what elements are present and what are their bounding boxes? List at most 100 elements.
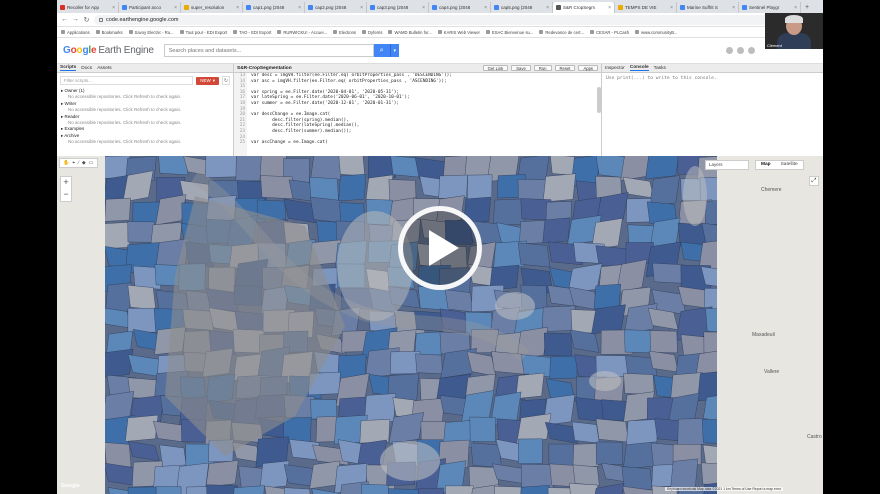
bookmark-item[interactable]: Savoy Electric - Ru... xyxy=(128,30,174,35)
search-button[interactable]: ⌕ xyxy=(373,44,390,57)
google-map-logo: Google xyxy=(61,483,80,489)
code-area[interactable]: 13 14 15 16 17 18 19 20 21 22 23 24 25 var desc = im… xyxy=(234,73,602,156)
bookmark-item[interactable]: Bookmarks xyxy=(95,30,123,35)
bookmark-item[interactable]: Elections xyxy=(333,30,356,35)
field-parcel xyxy=(204,156,238,178)
search-input[interactable]: Search places and datasets... xyxy=(163,44,374,57)
reload-icon[interactable]: ↻ xyxy=(83,16,90,24)
bookmark-item[interactable]: KARIS Web Viewer xyxy=(437,30,480,35)
pan-hand-icon[interactable]: ✋ xyxy=(63,160,69,166)
account-avatar[interactable] xyxy=(748,47,755,54)
tab-favicon-icon xyxy=(308,5,313,10)
field-parcel xyxy=(445,485,474,494)
refresh-icon: ↻ xyxy=(223,77,229,84)
close-icon[interactable]: × xyxy=(112,5,115,11)
url-input[interactable]: code.earthengine.google.com xyxy=(94,14,819,25)
browser-tab[interactable]: Marine Suffrit S × xyxy=(677,2,739,13)
get-link-button[interactable]: Get Link xyxy=(482,65,509,71)
field-parcel xyxy=(624,329,652,354)
tab-docs[interactable]: Docs xyxy=(81,66,92,71)
filter-scripts-input[interactable]: Filter scripts... xyxy=(60,76,194,85)
bookmark-item[interactable]: Applications xyxy=(61,30,90,35)
close-icon[interactable]: × xyxy=(608,5,611,11)
tree-message: No accessible repositories. Click Refres… xyxy=(68,139,182,145)
tab-label: cap2.png (2048 xyxy=(315,5,347,10)
bookmark-item[interactable]: Dyferris xyxy=(362,30,382,35)
tab-console[interactable]: Console xyxy=(629,65,649,71)
run-button[interactable]: Run xyxy=(533,65,552,71)
tab-inspector[interactable]: Inspector xyxy=(605,66,625,71)
bookmark-icon xyxy=(95,30,100,34)
tab-scripts[interactable]: Scripts xyxy=(60,65,77,71)
bookmark-item[interactable]: Tout pour - EDI Export xyxy=(179,30,227,35)
draw-line-icon[interactable]: ∕ xyxy=(78,160,79,166)
browser-tab[interactable]: cap2.png (2048 × xyxy=(305,2,367,13)
close-icon[interactable]: × xyxy=(794,5,797,11)
bookmark-item[interactable]: www.communityB... xyxy=(635,30,678,35)
browser-tab[interactable]: cap3.png (2048 × xyxy=(367,2,429,13)
layers-control[interactable]: Layers xyxy=(705,160,749,170)
map-type-satellite[interactable]: Satellite xyxy=(776,161,803,169)
zoom-out-button[interactable]: − xyxy=(61,189,71,201)
zoom-in-button[interactable]: + xyxy=(61,177,71,189)
save-button[interactable]: Save xyxy=(511,65,531,71)
help-icon[interactable] xyxy=(726,47,733,54)
video-play-button[interactable] xyxy=(398,206,482,290)
bookmark-item[interactable]: TAO - EDI Export xyxy=(233,30,271,35)
field-parcel xyxy=(542,173,576,203)
tab-tasks[interactable]: Tasks xyxy=(654,66,666,71)
presenter-name: Clément xyxy=(767,43,782,48)
earth-engine-logo[interactable]: Google Earth Engine xyxy=(63,45,154,56)
code-lines[interactable]: var desc = imgVH.filter(ee.Filter.eq( or… xyxy=(251,73,594,156)
map-type-map[interactable]: Map xyxy=(756,161,776,169)
editor-scrollbar[interactable] xyxy=(597,87,601,113)
tab-assets[interactable]: Assets xyxy=(97,66,111,71)
reset-button[interactable]: Reset xyxy=(554,65,576,71)
new-tab-icon[interactable]: + xyxy=(801,2,813,13)
add-marker-icon[interactable]: ⌖ xyxy=(72,160,75,166)
bookmark-item[interactable]: RURWICKU! - Accuei... xyxy=(277,30,327,35)
bookmark-label: Redevance de cert... xyxy=(545,29,585,35)
browser-tab[interactable]: Participant acco × xyxy=(119,2,181,13)
close-icon[interactable]: × xyxy=(360,5,363,11)
tab-label: TEMPS DE VIE xyxy=(625,5,657,10)
apps-icon[interactable] xyxy=(737,47,744,54)
code-line[interactable]: var ascChange = ee.Image.cat( xyxy=(251,140,594,146)
browser-tab[interactable]: super_resolution × xyxy=(181,2,243,13)
close-icon[interactable]: × xyxy=(670,5,673,11)
bookmark-item[interactable]: WAMD Bulletin for... xyxy=(388,30,432,35)
browser-tab[interactable]: cap4.png (2048 × xyxy=(429,2,491,13)
refresh-button[interactable]: ↻ xyxy=(222,76,230,85)
field-parcel xyxy=(388,412,425,445)
apps-button[interactable]: Apps xyxy=(578,65,598,71)
bookmark-item[interactable]: CESAR - PLCash xyxy=(590,30,629,35)
browser-tab[interactable]: Sentinel Playgr × xyxy=(739,2,801,13)
close-icon[interactable]: × xyxy=(174,5,177,11)
close-icon[interactable]: × xyxy=(484,5,487,11)
browser-tab[interactable]: TEMPS DE VIE × xyxy=(615,2,677,13)
place-label: Chemere xyxy=(761,187,782,193)
bookmark-icon xyxy=(388,30,393,34)
browser-tab[interactable]: cap5.png (2048 × xyxy=(491,2,553,13)
bookmark-item[interactable]: Redevance de cert... xyxy=(539,30,584,35)
close-icon[interactable]: × xyxy=(422,5,425,11)
map-attribution: Keyboard shortcuts Map data ©2021 1 km T… xyxy=(665,487,784,491)
close-icon[interactable]: × xyxy=(546,5,549,11)
draw-rectangle-icon[interactable]: ▭ xyxy=(89,160,94,166)
forward-icon[interactable]: → xyxy=(72,16,79,23)
back-icon[interactable]: ← xyxy=(61,16,68,23)
bookmark-icon xyxy=(61,30,65,34)
close-icon[interactable]: × xyxy=(236,5,239,11)
browser-tab[interactable]: cap1.png (2048 × xyxy=(243,2,305,13)
browser-tab[interactable]: S&R CropSegm × xyxy=(553,2,615,13)
fullscreen-button[interactable]: ⤢ xyxy=(809,176,819,186)
draw-shape-icon[interactable]: ◆ xyxy=(82,160,86,166)
close-icon[interactable]: × xyxy=(298,5,301,11)
search-dropdown-button[interactable]: ▾ xyxy=(389,44,399,57)
close-icon[interactable]: × xyxy=(732,5,735,11)
new-script-button[interactable]: NEW ▾ xyxy=(196,76,219,85)
browser-tab[interactable]: Recoller for App × xyxy=(57,2,119,13)
bookmark-label: CESAR - PLCash xyxy=(596,29,630,35)
map-view[interactable]: ✋ ⌖ ∕ ◆ ▭ + − Layers Map Satellite ⤢ Chemere… xyxy=(57,156,823,494)
bookmark-item[interactable]: ESAC Bienvenue su... xyxy=(485,30,533,35)
